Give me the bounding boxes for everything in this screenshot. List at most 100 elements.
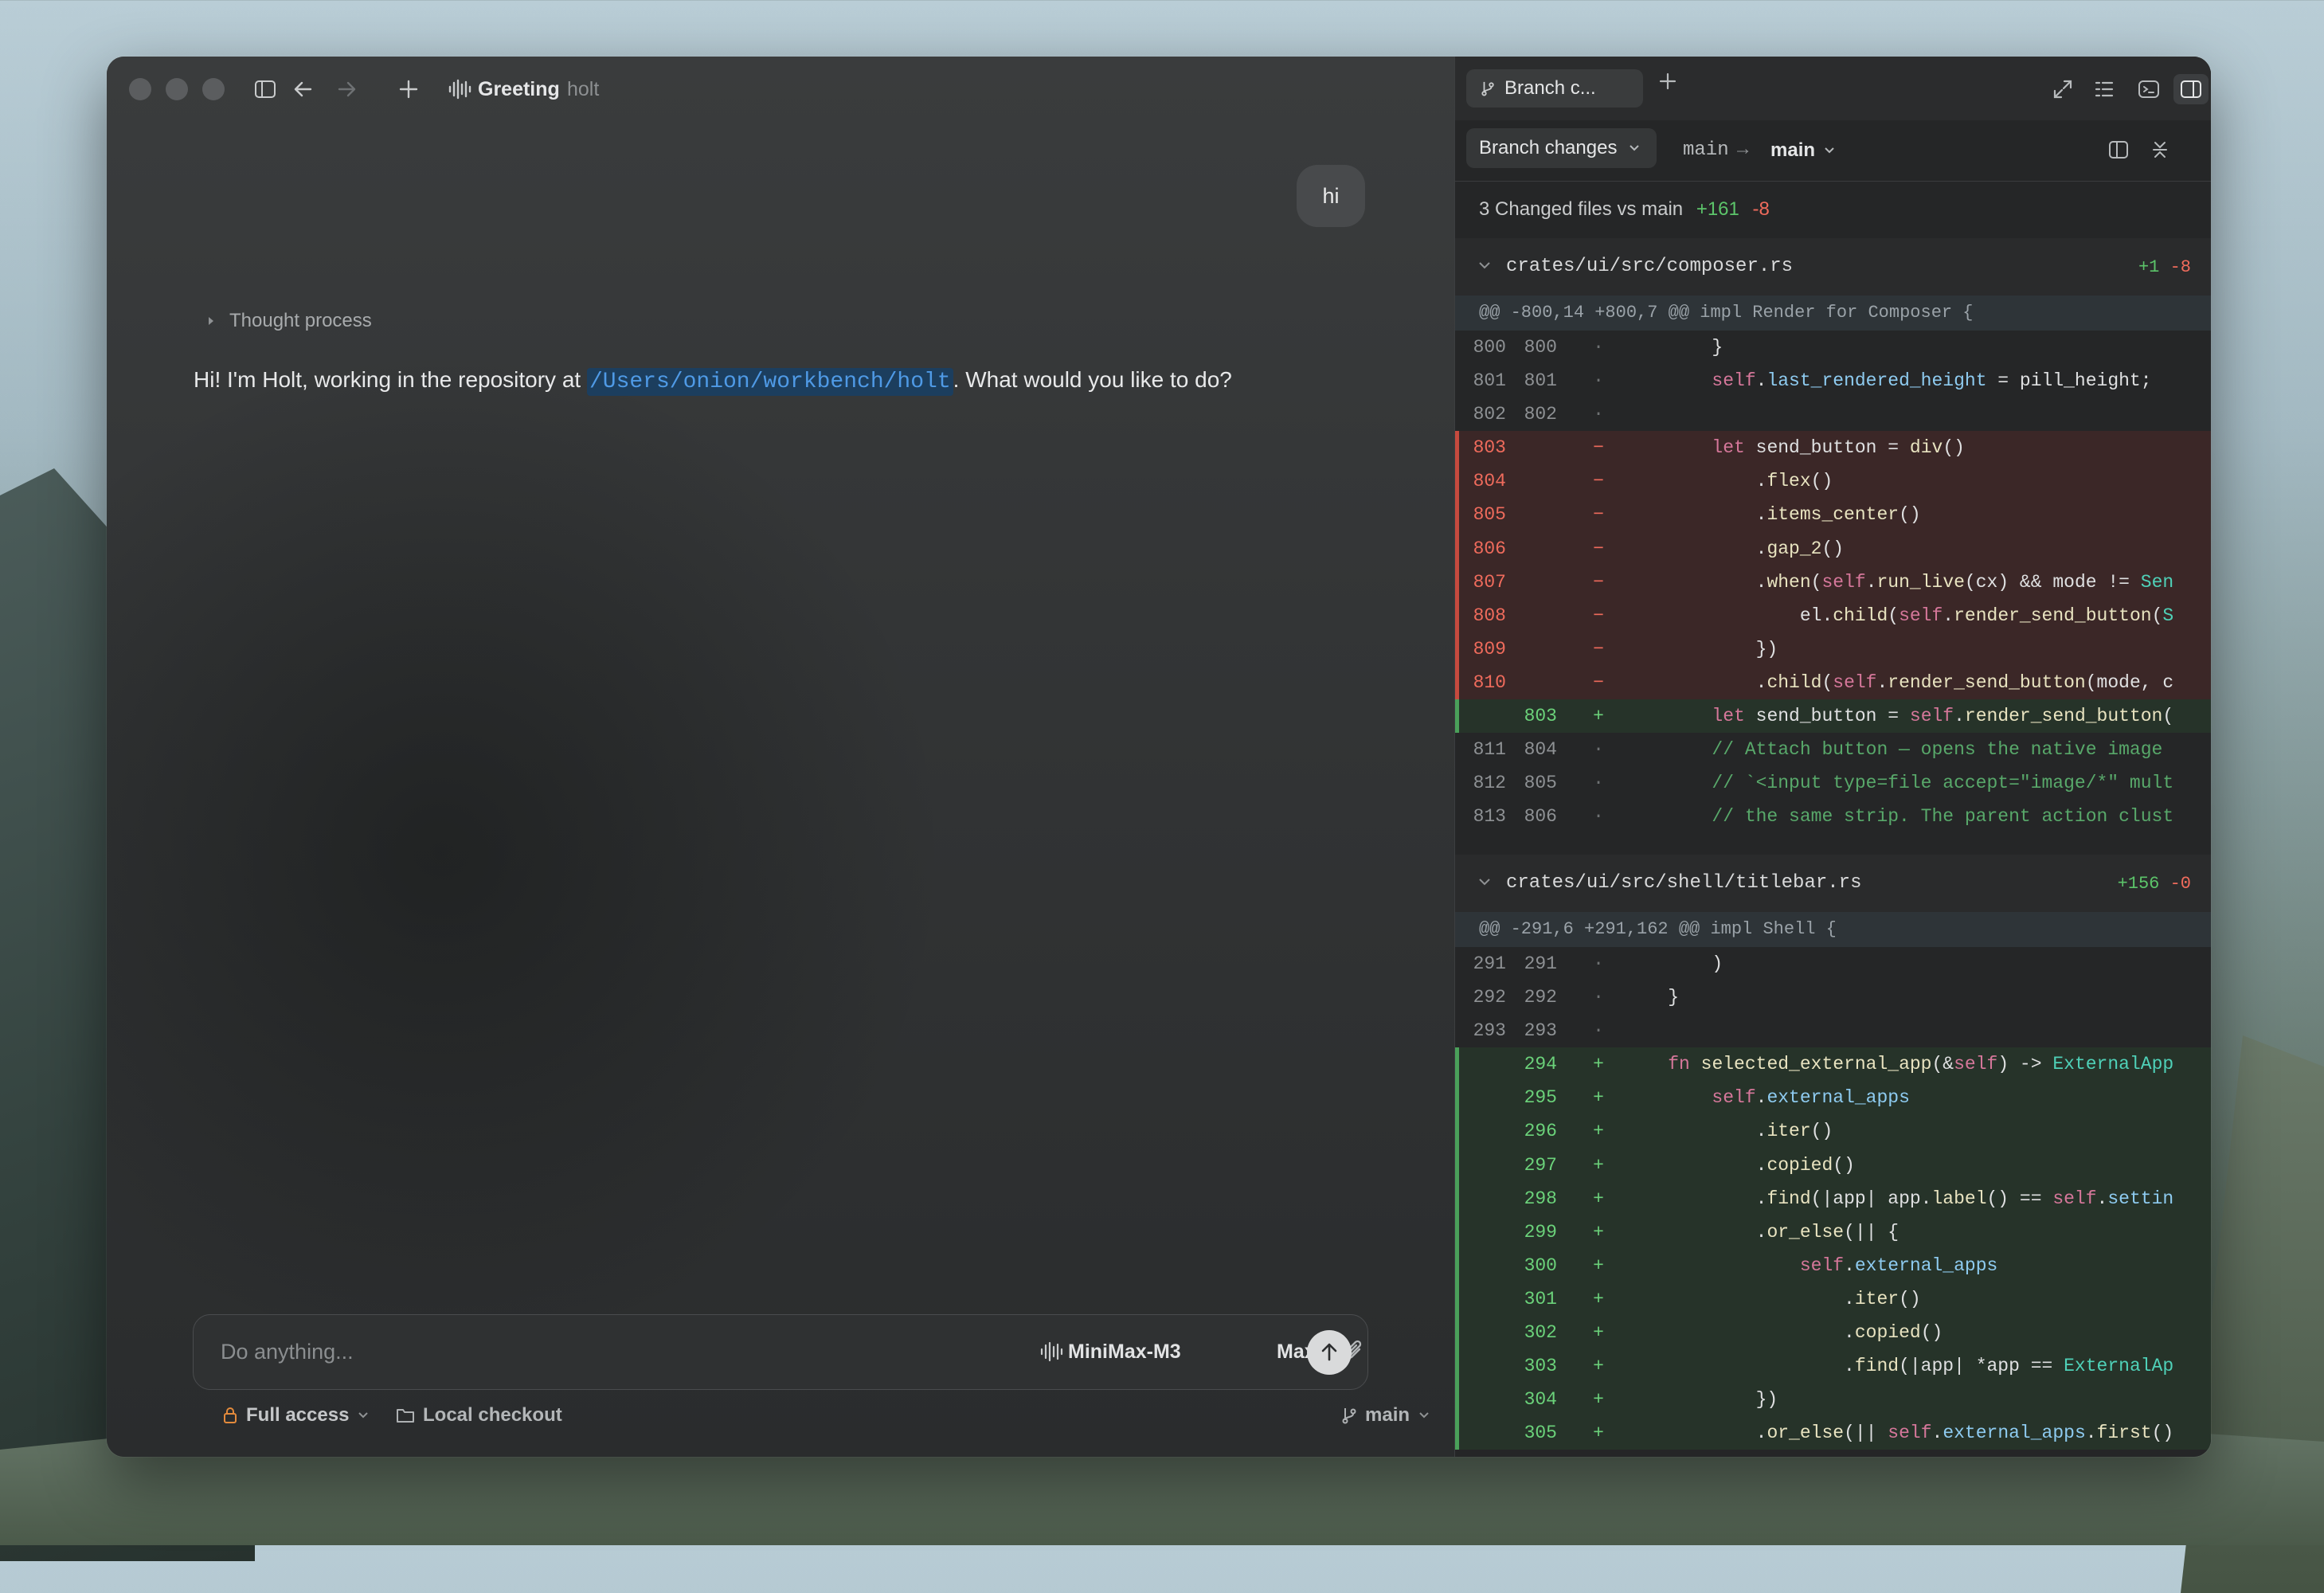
- send-button[interactable]: [1307, 1330, 1352, 1375]
- summary-deletions: -8: [1752, 198, 1770, 220]
- terminal-icon[interactable]: [2134, 74, 2164, 104]
- new-line-number: 803: [1524, 706, 1557, 727]
- lock-icon: [224, 1407, 237, 1423]
- code-text: .or_else(|| {: [1624, 1221, 1899, 1243]
- composer-input[interactable]: Do anything...: [221, 1340, 354, 1364]
- diff-marker: +: [1593, 1188, 1604, 1209]
- diff-gutter-bar: [1455, 1047, 1459, 1082]
- chevron-down-icon: [358, 1412, 369, 1419]
- diff-marker: −: [1593, 605, 1604, 626]
- new-line-number: 804: [1524, 739, 1557, 761]
- new-line-number: 301: [1524, 1288, 1557, 1309]
- branch-label: main: [1365, 1404, 1410, 1426]
- collapse-all-icon[interactable]: [2145, 135, 2175, 165]
- diff-gutter-bar: [1455, 800, 1459, 833]
- tab-label: Branch c...: [1504, 77, 1596, 99]
- new-tab-plus-icon[interactable]: [1659, 72, 1676, 94]
- code-text: .copied(): [1624, 1322, 1943, 1344]
- diff-marker: −: [1593, 538, 1604, 559]
- hunk-header: @@ -800,14 +800,7 @@ impl Render for Com…: [1455, 296, 2211, 331]
- code-text: .find(|app| app.label() == self.settin: [1624, 1188, 2174, 1209]
- diff-line-context: 291 291 · ): [1455, 947, 2211, 980]
- new-line-number: 299: [1524, 1221, 1557, 1243]
- old-line-number: 813: [1473, 806, 1506, 828]
- outline-list-icon[interactable]: [2089, 74, 2119, 104]
- diff-marker: −: [1593, 571, 1604, 593]
- tab-branch-changes[interactable]: Branch c...: [1466, 69, 1643, 108]
- old-line-number: 809: [1473, 638, 1506, 660]
- diff-gutter-bar: [1455, 1081, 1459, 1115]
- minimize-window-button[interactable]: [166, 78, 188, 100]
- diff-gutter-bar: [1455, 364, 1459, 397]
- forward-arrow-icon[interactable]: [331, 74, 362, 104]
- chat-project-name: holt: [567, 78, 600, 100]
- zoom-window-button[interactable]: [202, 78, 225, 100]
- file-header-titlebar[interactable]: crates/ui/src/shell/titlebar.rs +156 -0: [1455, 855, 2211, 912]
- diff-line-added: 296 + .iter(): [1455, 1114, 2211, 1149]
- code-text: .or_else(|| self.external_apps.first(): [1624, 1423, 2174, 1444]
- file-header-composer[interactable]: crates/ui/src/composer.rs +1 -8: [1455, 238, 2211, 296]
- base-ref: main: [1683, 139, 1729, 161]
- diff-line-removed: 807 − .when(self.run_live(cx) && mode != …: [1455, 565, 2211, 599]
- chat-title: Greeting: [478, 78, 560, 100]
- diff-marker: −: [1593, 471, 1604, 492]
- old-line-number: 293: [1473, 1020, 1506, 1042]
- git-branch-icon: [1342, 1408, 1356, 1424]
- diff-line-removed: 810 − .child(self.render_send_button(mode…: [1455, 665, 2211, 700]
- old-line-number: 807: [1473, 571, 1506, 593]
- changed-files-count: 3 Changed files vs main: [1479, 198, 1684, 220]
- diff-view-dropdown[interactable]: Branch changes: [1466, 128, 1657, 168]
- diff-marker: +: [1593, 1389, 1604, 1411]
- new-line-number: 805: [1524, 773, 1557, 794]
- head-ref-dropdown[interactable]: main: [1770, 139, 1815, 162]
- access-mode-dropdown[interactable]: Full access: [222, 1404, 370, 1427]
- old-line-number: 804: [1473, 471, 1506, 492]
- diff-line-added: 302 + .copied(): [1455, 1316, 2211, 1350]
- sidebar-toggle-icon[interactable]: [250, 74, 280, 104]
- diff-gutter-bar: [1455, 1181, 1459, 1215]
- new-line-number: 292: [1524, 987, 1557, 1008]
- diff-marker: +: [1593, 1322, 1604, 1344]
- diff-marker: ·: [1593, 370, 1604, 392]
- close-window-button[interactable]: [129, 78, 151, 100]
- diff-gutter-bar: [1455, 1114, 1459, 1149]
- model-selector[interactable]: MiniMax-M3: [1068, 1341, 1181, 1364]
- user-message-bubble: hi: [1297, 165, 1365, 227]
- diff-line-context: 812 805 · // `<input type=file accept="ima…: [1455, 766, 2211, 800]
- thought-process-toggle[interactable]: Thought process: [207, 310, 372, 332]
- new-line-number: 800: [1524, 337, 1557, 358]
- split-view-icon[interactable]: [2103, 135, 2134, 165]
- diff-pane: Branch c... Branch changes main → main 3…: [1454, 57, 2211, 1457]
- diff-toolbar: Branch changes main → main: [1455, 120, 2211, 182]
- code-text: ): [1624, 953, 1723, 974]
- diff-marker: −: [1593, 671, 1604, 693]
- diff-marker: ·: [1593, 987, 1604, 1008]
- right-panel-toggle-icon[interactable]: [2173, 74, 2209, 104]
- code-text: }): [1624, 638, 1778, 660]
- new-line-number: 296: [1524, 1121, 1557, 1142]
- titlebar: Greeting holt: [107, 57, 1454, 122]
- diff-line-added: 303 + .find(|app| *app == ExternalAp: [1455, 1349, 2211, 1384]
- diff-line-added: 300 + self.external_apps: [1455, 1248, 2211, 1282]
- diff-line-removed: 808 − el.child(self.render_send_button(S: [1455, 598, 2211, 632]
- new-line-number: 302: [1524, 1322, 1557, 1344]
- chevron-right-icon: [209, 317, 213, 325]
- new-chat-plus-icon[interactable]: [393, 74, 424, 104]
- expand-icon[interactable]: [2048, 74, 2078, 104]
- diff-gutter-bar: [1455, 498, 1459, 532]
- checkout-selector[interactable]: Local checkout: [396, 1404, 562, 1427]
- back-arrow-icon[interactable]: [288, 74, 319, 104]
- diff-gutter-bar: [1455, 1248, 1459, 1282]
- code-text: let send_button = self.render_send_butto…: [1712, 706, 2174, 727]
- diff-gutter-bar: [1455, 699, 1459, 734]
- file-additions: +1: [2138, 257, 2160, 277]
- composer-footer: Full access Local checkout main: [222, 1404, 1429, 1436]
- assistant-message: Hi! I'm Holt, working in the repository …: [194, 367, 1232, 396]
- diff-gutter-bar: [1455, 947, 1459, 980]
- new-line-number: 300: [1524, 1254, 1557, 1276]
- repository-path-link[interactable]: /Users/onion/workbench/holt: [586, 368, 953, 396]
- diff-gutter-bar: [1455, 565, 1459, 599]
- branch-selector[interactable]: main: [1341, 1404, 1430, 1427]
- diff-gutter-bar: [1455, 766, 1459, 800]
- code-text: .iter(): [1624, 1288, 1921, 1309]
